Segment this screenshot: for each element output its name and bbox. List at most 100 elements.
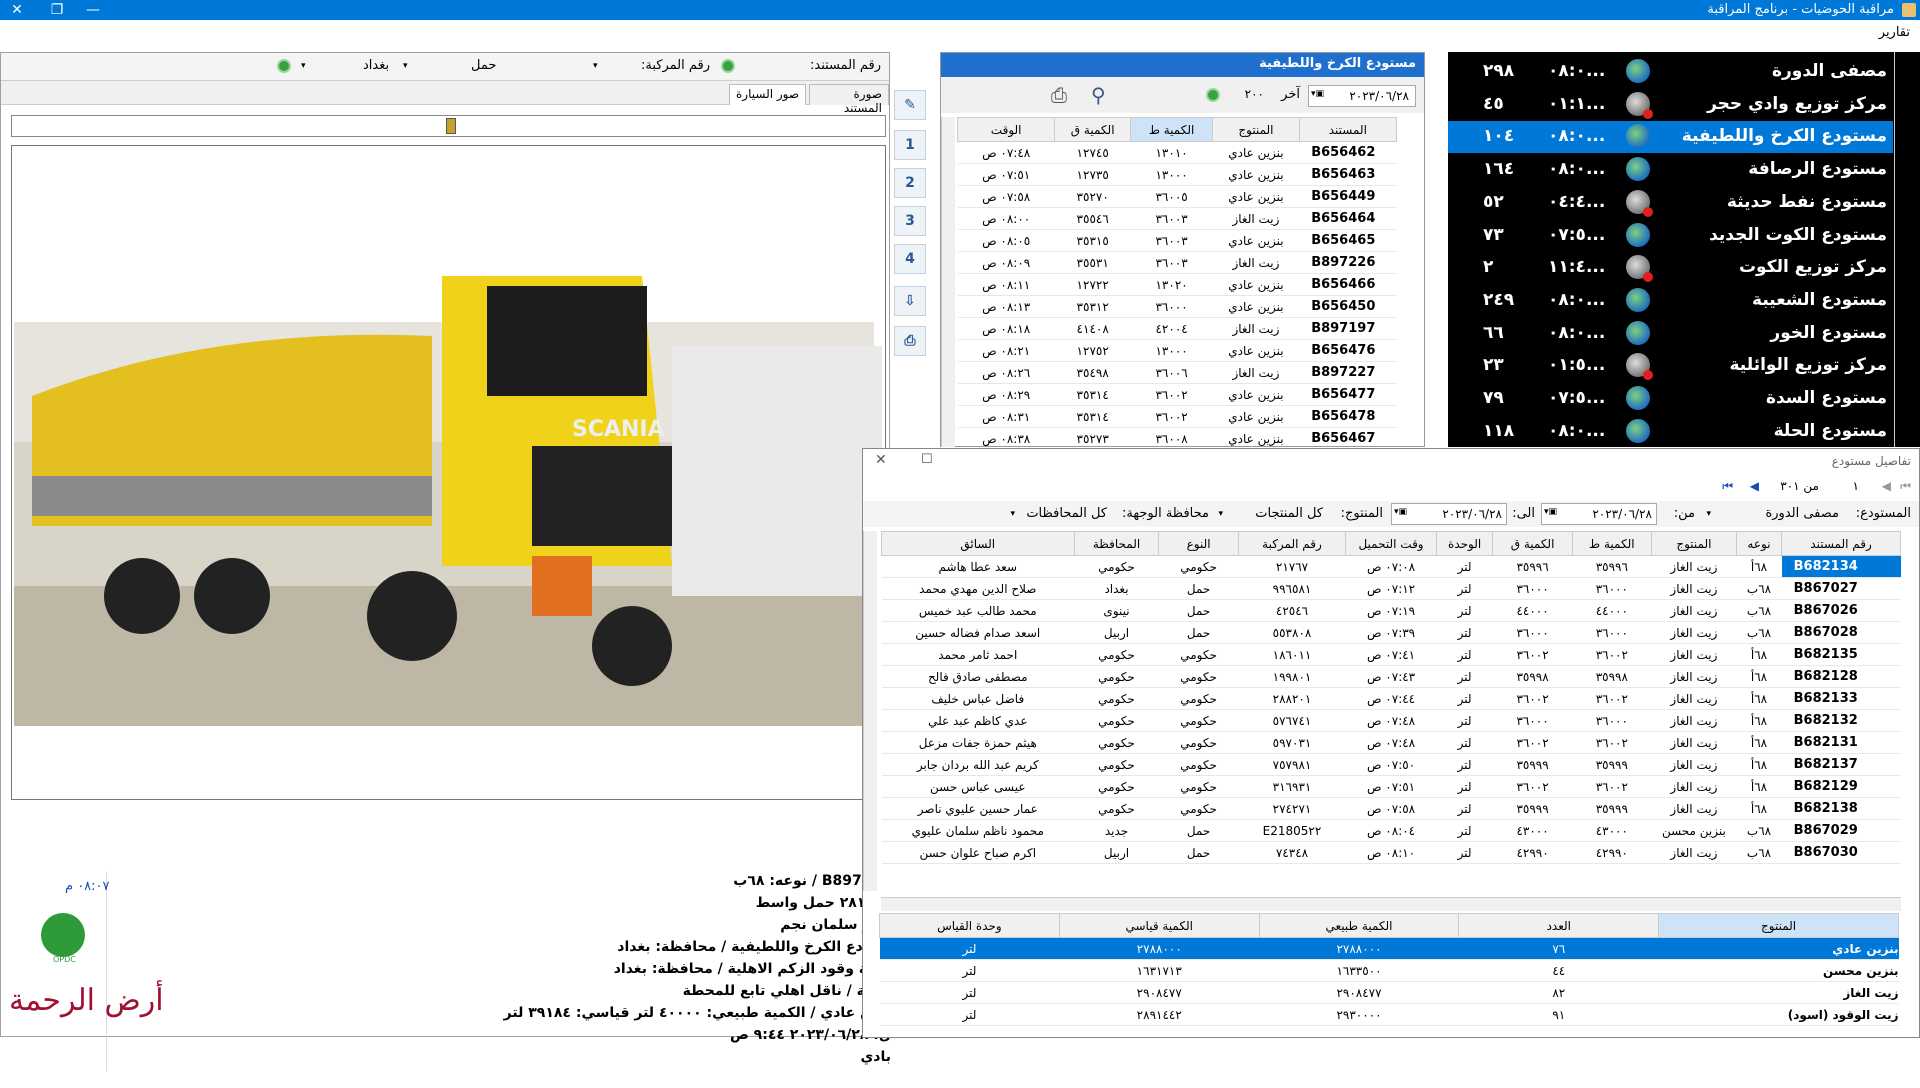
prev-page-icon[interactable]: ◀ (1882, 479, 1891, 493)
sum-col-unit[interactable]: وحدة القياس (879, 913, 1060, 938)
summary-row[interactable]: بنزين عادي ٧٦ ٢٧٨٨٠٠٠ ٢٧٨٨٠٠٠ لتر (879, 937, 1899, 960)
table-row[interactable]: B656478 بنزين عادي ٣٦٠٠٢ ٣٥٣١٤ ٠٨:٣١ ص (957, 405, 1397, 428)
zoom-1-icon[interactable]: 1 (894, 130, 926, 160)
table-row[interactable]: B897197 زيت الغاز ٤٢٠٠٤ ٤١٤٠٨ ٠٨:١٨ ص (957, 317, 1397, 340)
station-row[interactable]: مستودع الخور ٠٨:٠... ٦٦ (1448, 318, 1893, 350)
col-unit[interactable]: الوحدة (1435, 531, 1494, 556)
station-row[interactable]: مستودع الكرخ واللطيفية ٠٨:٠... ١٠٤ (1448, 121, 1893, 154)
last-count-input[interactable]: ٢٠٠ (1245, 87, 1264, 101)
product-select[interactable]: كل المنتجات (1255, 506, 1323, 521)
tab-vehicle-images[interactable]: صور السيارة (729, 84, 807, 105)
col-qty-natural[interactable]: الكمية ط (1571, 531, 1652, 556)
from-calendar-icon[interactable]: ▾▣ (1544, 507, 1557, 517)
zoom-3-icon[interactable]: 3 (894, 206, 926, 236)
depot-print-icon[interactable]: ⎙ (1051, 83, 1067, 107)
image-slider[interactable] (11, 115, 886, 137)
col-product[interactable]: المنتوج (1650, 531, 1737, 556)
table-row[interactable]: B656476 بنزين عادي ١٣٠٠٠ ١٢٧٥٢ ٠٨:٢١ ص (957, 339, 1397, 362)
table-row[interactable]: B656465 بنزين عادي ٣٦٠٠٣ ٣٥٣١٥ ٠٨:٠٥ ص (957, 229, 1397, 252)
table-row[interactable]: B897226 زيت الغاز ٣٦٠٠٣ ٣٥٥٣١ ٠٨:٠٩ ص (957, 251, 1397, 274)
menu-reports[interactable]: تقارير (1879, 25, 1910, 40)
table-row[interactable]: B897227 زيت الغاز ٣٦٠٠٦ ٣٥٤٩٨ ٠٨:٢٦ ص (957, 361, 1397, 384)
table-row[interactable]: B682134 ٦٨أ زيت الغاز ٣٥٩٩٦ ٣٥٩٩٦ لتر ٠٧:٠٨ ص٢… (881, 555, 1901, 578)
table-row[interactable]: B656477 بنزين عادي ٣٦٠٠٢ ٣٥٣١٤ ٠٨:٢٩ ص (957, 383, 1397, 406)
page-current[interactable]: ١ (1853, 479, 1859, 493)
col-time[interactable]: الوقت (957, 117, 1056, 142)
col-governorate[interactable]: المحافظة (1073, 531, 1160, 556)
to-date-picker[interactable]: ٢٠٢٣/٠٦/٢٨ ▾▣ (1391, 503, 1507, 525)
station-row[interactable]: مصفى الدورة ٠٨:٠... ٢٩٨ (1448, 56, 1893, 88)
col-doc[interactable]: المستند (1298, 117, 1398, 142)
notes-icon[interactable]: ✎ (894, 90, 926, 120)
depot-select[interactable]: مصفى الدورة (1765, 506, 1839, 521)
details-close-button[interactable]: ✕ (875, 452, 887, 468)
usb-export-icon[interactable]: ⇩ (894, 286, 926, 316)
table-row[interactable]: B656462 بنزين عادي ١٣٠١٠ ١٢٧٤٥ ٠٧:٤٨ ص (957, 141, 1397, 164)
table-row[interactable]: B682137 ٦٨أ زيت الغاز ٣٥٩٩٩ ٣٥٩٩٩ لتر ٠٧:٥٠ ص٧… (881, 753, 1901, 776)
slider-thumb[interactable] (446, 118, 456, 134)
gov-select[interactable]: كل المحافظات (1026, 506, 1107, 521)
col-qty-standard[interactable]: الكمية ق (1054, 117, 1132, 142)
col-doc-type[interactable]: نوعه (1735, 531, 1783, 556)
summary-row[interactable]: زيت الغاز ٨٢ ٢٩٠٨٤٧٧ ٢٩٠٨٤٧٧ لتر (879, 981, 1899, 1004)
col-qty-standard[interactable]: الكمية ق (1492, 531, 1573, 556)
sum-col-product[interactable]: المنتوج (1658, 913, 1899, 938)
depot-scrollbar[interactable] (941, 117, 955, 447)
table-row[interactable]: B656463 بنزين عادي ١٣٠٠٠ ١٢٧٣٥ ٠٧:٥١ ص (957, 163, 1397, 186)
col-qty-natural[interactable]: الكمية ط (1130, 117, 1214, 142)
station-row[interactable]: مستودع الرصافة ٠٨:٠... ١٦٤ (1448, 154, 1893, 186)
table-row[interactable]: B656466 بنزين عادي ١٣٠٢٠ ١٢٧٢٢ ٠٨:١١ ص (957, 273, 1397, 296)
last-page-icon[interactable]: ⏮ (1722, 479, 1733, 494)
city2-dropdown-arrow[interactable]: ▾ (301, 61, 306, 71)
station-row[interactable]: مستودع السدة ٠٧:٥... ٧٩ (1448, 383, 1893, 415)
from-date-picker[interactable]: ٢٠٢٣/٠٦/٢٨ ▾▣ (1541, 503, 1657, 525)
next-page-icon[interactable]: ◀ (1750, 479, 1759, 493)
col-driver[interactable]: السائق (881, 531, 1075, 556)
table-row[interactable]: B867029 ٦٨ب بنزين محسن ٤٣٠٠٠ ٤٣٠٠٠ لتر ٠٨:٠٤ ص… (881, 819, 1901, 842)
station-scrollbar[interactable] (1894, 52, 1920, 447)
table-row[interactable]: B656450 بنزين عادي ٣٦٠٠٠ ٣٥٣١٢ ٠٨:١٣ ص (957, 295, 1397, 318)
sum-col-standard[interactable]: الكمية قياسي (1058, 913, 1260, 938)
details-maximize-button[interactable]: ☐ (921, 452, 933, 467)
station-row[interactable]: مستودع نفط حديثة ٠٤:٤... ٥٢ (1448, 187, 1893, 219)
table-row[interactable]: B682132 ٦٨أ زيت الغاز ٣٦٠٠٠ ٣٦٠٠٠ لتر ٠٧:٤٨ ص٥… (881, 709, 1901, 732)
table-row[interactable]: B682138 ٦٨أ زيت الغاز ٣٥٩٩٩ ٣٥٩٩٩ لتر ٠٧:٥٨ ص٢… (881, 797, 1901, 820)
station-row[interactable]: مركز توزيع وادي حجر ٠١:١... ٤٥ (1448, 89, 1893, 121)
info-scrollbar[interactable] (97, 871, 107, 1071)
summary-row[interactable]: زيت الوقود (اسود) ٩١ ٢٩٣٠٠٠٠ ٢٨٩١٤٤٢ لتر (879, 1003, 1899, 1026)
city-dropdown-arrow[interactable]: ▾ (403, 61, 408, 71)
refresh-vehicle-icon[interactable] (277, 59, 291, 73)
first-page-icon[interactable]: ⏮ (1900, 479, 1911, 494)
col-load-time[interactable]: وقت التحميل (1345, 531, 1437, 556)
col-vehicle-type[interactable]: النوع (1158, 531, 1239, 556)
gov-dropdown-arrow-1[interactable]: ▾ (1218, 509, 1223, 519)
sum-col-count[interactable]: العدد (1458, 913, 1660, 938)
depot-dropdown-arrow[interactable]: ▾ (1706, 509, 1711, 519)
table-row[interactable]: B682128 ٦٨أ زيت الغاز ٣٥٩٩٨ ٣٥٩٩٨ لتر ٠٧:٤٣ ص١… (881, 665, 1901, 688)
table-row[interactable]: B682133 ٦٨أ زيت الغاز ٣٦٠٠٢ ٣٦٠٠٢ لتر ٠٧:٤٤ ص٢… (881, 687, 1901, 710)
refresh-doc-icon[interactable] (721, 59, 735, 73)
print-icon[interactable]: ⎙ (894, 326, 926, 356)
close-window-button[interactable]: ✕ (0, 0, 34, 20)
zoom-2-icon[interactable]: 2 (894, 168, 926, 198)
station-row[interactable]: مستودع الشعيبة ٠٨:٠... ٢٤٩ (1448, 285, 1893, 317)
type-dropdown-arrow[interactable]: ▾ (593, 61, 598, 71)
sum-col-natural[interactable]: الكمية طبيعي (1258, 913, 1460, 938)
to-calendar-icon[interactable]: ▾▣ (1394, 507, 1407, 517)
table-row[interactable]: B867028 ٦٨ب زيت الغاز ٣٦٠٠٠ ٣٦٠٠٠ لتر ٠٧:٣٩ ص٥… (881, 621, 1901, 644)
table-row[interactable]: B867026 ٦٨ب زيت الغاز ٤٤٠٠٠ ٤٤٠٠٠ لتر ٠٧:١٩ ص٤… (881, 599, 1901, 622)
tab-doc-image[interactable]: صورة المستند (809, 84, 889, 115)
gov-dropdown-arrow[interactable]: ▾ (1010, 509, 1015, 519)
zoom-4-icon[interactable]: 4 (894, 244, 926, 274)
station-row[interactable]: مركز توزيع الوائلية ٠١:٥... ٢٣ (1448, 350, 1893, 382)
table-row[interactable]: B682131 ٦٨أ زيت الغاز ٣٦٠٠٢ ٣٦٠٠٢ لتر ٠٧:٤٨ ص٥… (881, 731, 1901, 754)
summary-row[interactable]: بنزين محسن ٤٤ ١٦٣٣٥٠٠ ١٦٣١٧١٣ لتر (879, 959, 1899, 982)
table-row[interactable]: B867030 ٦٨ب زيت الغاز ٤٢٩٩٠ ٤٢٩٩٠ لتر ٠٨:١٠ ص٧… (881, 841, 1901, 864)
table-row[interactable]: B682129 ٦٨أ زيت الغاز ٣٦٠٠٢ ٣٦٠٠٢ لتر ٠٧:٥١ ص٣… (881, 775, 1901, 798)
col-product[interactable]: المنتوج (1212, 117, 1300, 142)
maximize-window-button[interactable]: ❐ (40, 0, 74, 20)
table-row[interactable]: B656464 زيت الغاز ٣٦٠٠٣ ٣٥٥٤٦ ٠٨:٠٠ ص (957, 207, 1397, 230)
binoculars-icon[interactable]: ⚲ (1091, 83, 1106, 107)
station-row[interactable]: مستودع الحلة ٠٨:٠... ١١٨ (1448, 416, 1893, 448)
city-select[interactable]: بغداد (363, 58, 389, 73)
